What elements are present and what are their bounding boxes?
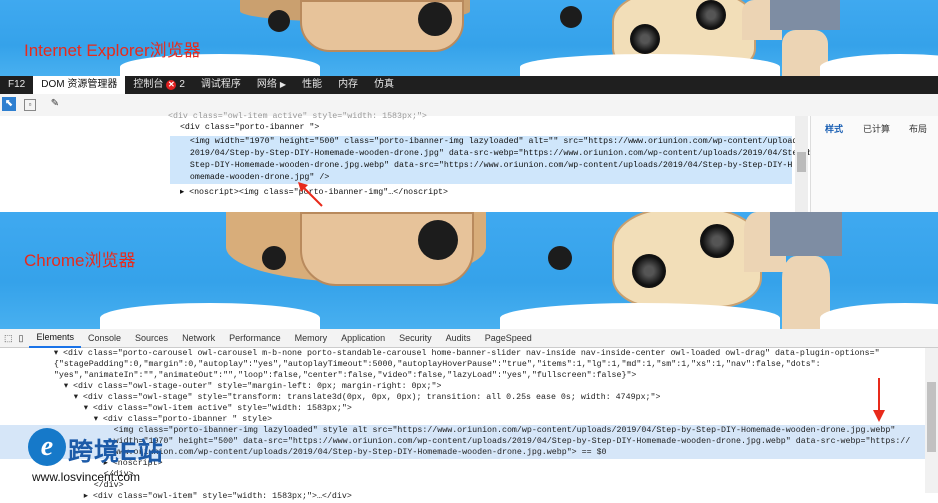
dom-line-selected[interactable]: 2019/04/Step-by-Step-DIY-Homemade-wooden…: [170, 148, 822, 160]
ie-styles-pane: 样式 已计算 布局: [810, 116, 938, 212]
tab-sources[interactable]: Sources: [128, 329, 175, 347]
tab-performance[interactable]: 性能: [294, 76, 330, 94]
inspect-icon[interactable]: ⬚: [0, 333, 17, 344]
select-element-icon[interactable]: ⬉: [2, 97, 16, 111]
controller-knob: [696, 0, 726, 30]
cloud: [500, 303, 780, 329]
drone-motor: [548, 246, 572, 270]
device-toolbar-icon[interactable]: ▯: [17, 333, 30, 344]
controller-knob: [632, 254, 666, 288]
dom-line-selected[interactable]: <img width="1970" height="500" class="po…: [170, 136, 807, 148]
dom-line[interactable]: "yes","animateIn":"","animateOut":"","lo…: [24, 370, 637, 382]
red-arrow-icon: [298, 182, 323, 207]
person-shorts: [770, 212, 842, 256]
cloud: [520, 54, 780, 76]
controller-knob: [630, 24, 660, 54]
tab-network[interactable]: Network: [175, 329, 222, 347]
dom-line[interactable]: ▾ <div class="owl-stage-outer" style="ma…: [24, 381, 442, 393]
tab-security[interactable]: Security: [392, 329, 439, 347]
logo-title: 跨境E站: [68, 438, 164, 466]
dom-line[interactable]: {"stagePadding":0,"margin":0,"autoplay":…: [24, 359, 821, 371]
tab-memory[interactable]: 内存: [330, 76, 366, 94]
drone-motor: [560, 6, 582, 28]
color-picker-icon[interactable]: ✎: [48, 97, 62, 111]
cloud: [820, 303, 938, 329]
cloud: [100, 303, 320, 329]
logo-url: www.losvincent.com: [32, 470, 141, 484]
tab-network[interactable]: 网络 ▶: [249, 76, 294, 94]
red-arrow-icon: [873, 378, 885, 422]
tab-memory[interactable]: Memory: [288, 329, 335, 347]
dom-line[interactable]: ▾ <div class="porto-ibanner " style>: [24, 414, 272, 426]
chrome-banner-image: [0, 212, 938, 329]
tab-audits[interactable]: Audits: [439, 329, 478, 347]
dom-line[interactable]: ▾ <div class="porto-carousel owl-carouse…: [24, 348, 880, 360]
scroll-thumb[interactable]: [927, 382, 936, 452]
controller-knob: [700, 224, 734, 258]
tab-pagespeed[interactable]: PageSpeed: [478, 329, 539, 347]
drone-motor: [262, 246, 286, 270]
controller: [612, 212, 762, 308]
tab-dom-explorer[interactable]: DOM 资源管理器: [33, 76, 126, 94]
side-tab-layout[interactable]: 布局: [909, 122, 927, 135]
error-count: 2: [179, 79, 185, 90]
dom-line[interactable]: ▾ <div class="owl-stage" style="transfor…: [24, 392, 661, 404]
error-icon: ✕: [166, 80, 177, 90]
ie-devtools-tabbar: F12 DOM 资源管理器 控制台 ✕ 2 调试程序 网络 ▶ 性能 内存 仿真: [0, 76, 938, 94]
cloud: [820, 54, 938, 76]
dom-line-selected[interactable]: omemade-wooden-drone.jpg" />: [170, 172, 792, 184]
side-tab-computed[interactable]: 已计算: [863, 122, 890, 135]
ie-section-label: Internet Explorer浏览器: [24, 41, 201, 60]
watermark-logo: e 跨境E站 www.losvincent.com: [28, 428, 208, 488]
tab-emulation[interactable]: 仿真: [366, 76, 402, 94]
ie-scrollbar[interactable]: [795, 116, 808, 212]
dom-line[interactable]: ▾ <div class="owl-item active" style="wi…: [24, 403, 352, 415]
tab-application[interactable]: Application: [334, 329, 392, 347]
tab-f12[interactable]: F12: [0, 76, 33, 94]
chrome-scrollbar[interactable]: [925, 348, 938, 493]
ie-devtools-toolbar: ⬉ ▫ ✎: [0, 94, 938, 117]
chrome-section-label: Chrome浏览器: [24, 251, 136, 270]
scroll-thumb[interactable]: [797, 152, 806, 172]
drone-camera: [418, 2, 452, 36]
drone-camera: [418, 220, 458, 260]
tab-console[interactable]: Console: [81, 329, 128, 347]
logo-e-icon: e: [28, 428, 66, 466]
side-tab-styles[interactable]: 样式: [825, 122, 843, 135]
ie-dom-tree: <div class="owl-item active" style="widt…: [0, 112, 822, 212]
highlight-icon[interactable]: ▫: [24, 99, 36, 111]
tab-console[interactable]: 控制台 ✕ 2: [125, 76, 193, 94]
chrome-devtools-tabbar: ⬚ ▯ Elements Console Sources Network Per…: [0, 329, 938, 348]
drone-motor: [268, 10, 290, 32]
tab-elements[interactable]: Elements: [29, 328, 81, 348]
tab-performance[interactable]: Performance: [222, 329, 288, 347]
dom-line[interactable]: <div class="porto-ibanner ">: [170, 122, 319, 134]
dom-line-selected[interactable]: Step-DIY-Homemade-wooden-drone.jpg.webp"…: [170, 160, 792, 172]
tab-debugger[interactable]: 调试程序: [193, 76, 249, 94]
person-shorts: [770, 0, 840, 30]
